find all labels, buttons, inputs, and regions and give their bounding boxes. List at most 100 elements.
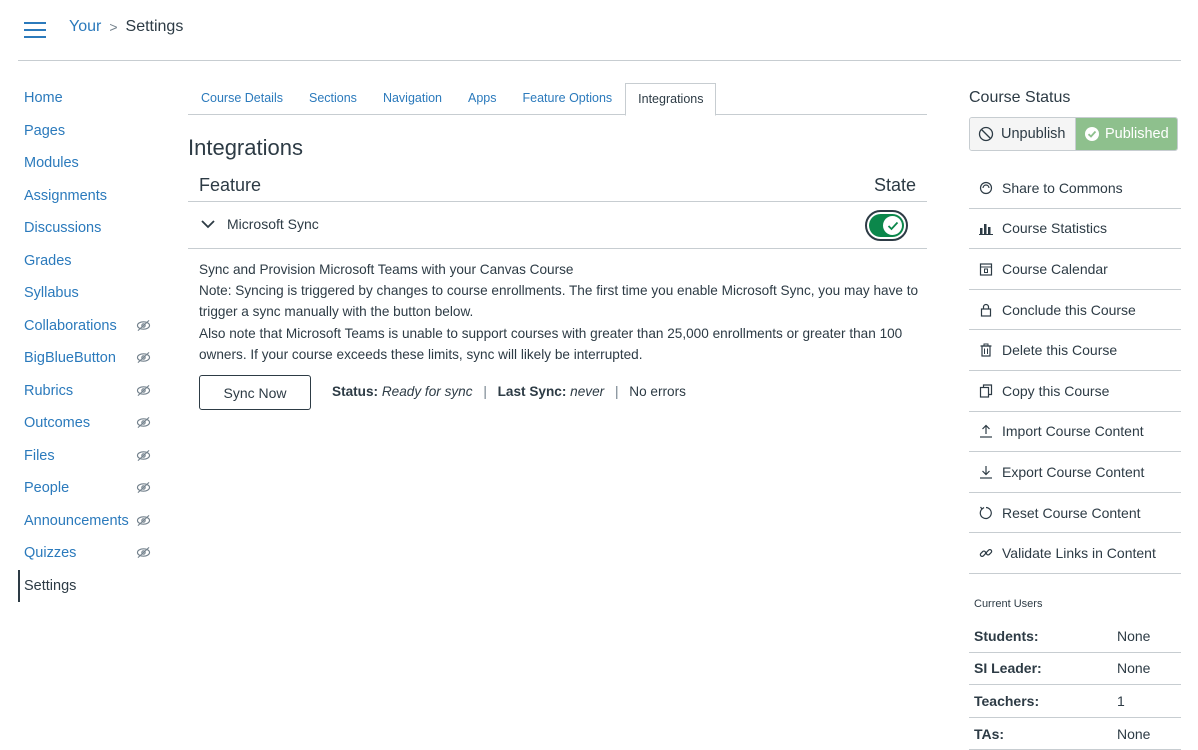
nav-item-modules[interactable]: Modules	[18, 147, 158, 180]
course-calendar-link[interactable]: Course Calendar	[969, 249, 1181, 290]
cancel-circle-icon	[978, 126, 994, 142]
chevron-down-icon[interactable]	[200, 218, 216, 230]
breadcrumb-course-link[interactable]: Your	[69, 18, 101, 36]
nav-item-label: Syllabus	[24, 285, 79, 302]
eye-slash-icon	[136, 514, 151, 526]
conclude-course-link[interactable]: Conclude this Course	[969, 290, 1181, 331]
nav-item-pages[interactable]: Pages	[18, 115, 158, 148]
nav-item-quizzes[interactable]: Quizzes	[18, 537, 158, 570]
course-actions: Share to Commons Course Statistics Cours…	[969, 168, 1181, 574]
microsoft-sync-toggle[interactable]	[865, 210, 908, 241]
action-label: Course Calendar	[1002, 260, 1108, 277]
eye-slash-icon	[136, 384, 151, 396]
column-header-feature: Feature	[199, 175, 262, 195]
action-label: Export Course Content	[1002, 463, 1145, 480]
course-navigation: Home Pages Modules Assignments Discussio…	[18, 82, 158, 602]
share-to-commons-link[interactable]: Share to Commons	[969, 168, 1181, 209]
statistics-icon	[978, 220, 994, 236]
nav-item-label: Home	[24, 90, 63, 107]
eye-slash-icon	[136, 319, 151, 331]
check-icon	[887, 221, 898, 230]
import-content-link[interactable]: Import Course Content	[969, 412, 1181, 453]
course-statistics-link[interactable]: Course Statistics	[969, 209, 1181, 250]
user-role-label: Students:	[974, 627, 1039, 644]
feature-row-microsoft-sync: Microsoft Sync	[188, 202, 927, 249]
nav-item-collaborations[interactable]: Collaborations	[18, 310, 158, 343]
toggle-knob	[883, 216, 902, 235]
nav-item-discussions[interactable]: Discussions	[18, 212, 158, 245]
tab-sections[interactable]: Sections	[296, 83, 370, 115]
settings-tabs: Course Details Sections Navigation Apps …	[188, 83, 927, 116]
action-label: Copy this Course	[1002, 382, 1110, 399]
status-value: Ready for sync	[381, 384, 473, 399]
nav-item-files[interactable]: Files	[18, 440, 158, 473]
status-separator: |	[483, 384, 487, 399]
nav-item-label: Discussions	[24, 220, 102, 237]
copy-course-link[interactable]: Copy this Course	[969, 371, 1181, 412]
reset-icon	[978, 505, 994, 521]
lock-icon	[978, 302, 994, 318]
status-label: Status:	[332, 384, 379, 399]
publish-toggle-group: Unpublish Published	[969, 117, 1178, 151]
nav-item-label: Announcements	[24, 512, 129, 529]
nav-item-assignments[interactable]: Assignments	[18, 180, 158, 213]
nav-item-label: Grades	[24, 252, 72, 269]
unpublish-button[interactable]: Unpublish	[970, 118, 1076, 150]
nav-item-home[interactable]: Home	[18, 82, 158, 115]
breadcrumb-separator: >	[109, 19, 118, 35]
action-label: Import Course Content	[1002, 423, 1144, 440]
course-status-title: Course Status	[969, 89, 1071, 106]
nav-item-rubrics[interactable]: Rubrics	[18, 375, 158, 408]
nav-item-label: Pages	[24, 122, 66, 139]
action-label: Reset Course Content	[1002, 504, 1141, 521]
validate-links-link[interactable]: Validate Links in Content	[969, 533, 1181, 574]
tab-course-details[interactable]: Course Details	[188, 83, 296, 115]
action-label: Conclude this Course	[1002, 301, 1136, 318]
nav-item-label: Rubrics	[24, 382, 74, 399]
hamburger-menu-icon[interactable]	[24, 22, 46, 38]
action-label: Share to Commons	[1002, 179, 1123, 196]
action-label: Course Statistics	[1002, 220, 1108, 237]
sync-now-button[interactable]: Sync Now	[199, 375, 311, 410]
feature-description: Sync and Provision Microsoft Teams with …	[199, 259, 919, 365]
description-line: Sync and Provision Microsoft Teams with …	[199, 262, 574, 277]
nav-item-label: Files	[24, 447, 55, 464]
reset-content-link[interactable]: Reset Course Content	[969, 493, 1181, 534]
user-count: 1	[1117, 692, 1125, 709]
commons-icon	[978, 180, 994, 196]
tab-apps[interactable]: Apps	[455, 83, 510, 115]
published-button[interactable]: Published	[1075, 118, 1177, 150]
breadcrumb: Your > Settings	[69, 18, 183, 36]
tab-navigation[interactable]: Navigation	[370, 83, 455, 115]
nav-item-settings[interactable]: Settings	[18, 569, 158, 602]
nav-item-outcomes[interactable]: Outcomes	[18, 407, 158, 440]
nav-item-label: Assignments	[24, 187, 108, 204]
upload-icon	[978, 423, 994, 439]
breadcrumb-current: Settings	[125, 18, 184, 35]
nav-item-label: BigBlueButton	[24, 350, 116, 367]
eye-slash-icon	[136, 351, 151, 364]
nav-item-people[interactable]: People	[18, 472, 158, 505]
user-count: None	[1117, 627, 1151, 644]
nav-item-syllabus[interactable]: Syllabus	[18, 277, 158, 310]
tab-integrations[interactable]: Integrations	[625, 83, 717, 116]
toggle-track	[869, 214, 904, 237]
download-icon	[978, 464, 994, 480]
copy-icon	[978, 383, 994, 399]
feature-name: Microsoft Sync	[227, 216, 319, 232]
tab-feature-options[interactable]: Feature Options	[510, 83, 626, 115]
description-note: Note: Syncing is triggered by changes to…	[199, 283, 919, 320]
sync-status: Status: Ready for sync | Last Sync: neve…	[332, 384, 686, 399]
nav-item-label: Collaborations	[24, 317, 117, 334]
user-count: None	[1117, 725, 1151, 742]
feature-table-header: Feature State	[188, 175, 927, 202]
eye-slash-icon	[136, 416, 151, 429]
nav-item-bigbluebutton[interactable]: BigBlueButton	[18, 342, 158, 375]
nav-item-announcements[interactable]: Announcements	[18, 505, 158, 538]
link-icon	[978, 545, 994, 561]
nav-item-grades[interactable]: Grades	[18, 245, 158, 278]
action-label: Validate Links in Content	[1002, 545, 1156, 562]
last-sync-value: never	[570, 384, 605, 399]
export-content-link[interactable]: Export Course Content	[969, 452, 1181, 493]
delete-course-link[interactable]: Delete this Course	[969, 330, 1181, 371]
